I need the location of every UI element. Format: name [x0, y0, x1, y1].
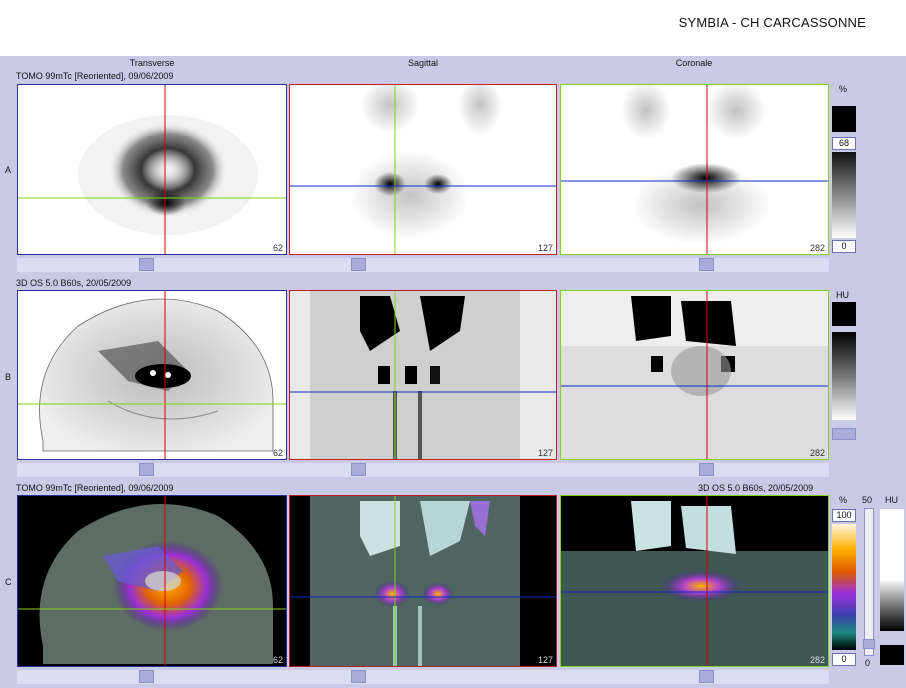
fusion-sagittal-image — [290, 496, 556, 666]
fusion-coronal-image — [561, 496, 828, 666]
colorbar-unit: HU — [836, 290, 849, 300]
colorbar-bottom-block — [880, 645, 904, 665]
column-label-coronale: Coronale — [675, 58, 713, 68]
colorbar-gradient — [880, 579, 904, 631]
spect-sagittal-image — [290, 85, 556, 254]
slice-number: 127 — [537, 448, 553, 458]
series-label-row-c-spect: TOMO 99mTc [Reoriented], 09/06/2009 — [16, 483, 174, 493]
slice-thumb-coronale[interactable] — [699, 463, 714, 476]
slice-thumb-transverse[interactable] — [139, 670, 154, 683]
slice-number: 62 — [272, 243, 283, 253]
colorbar-unit-hu: HU — [885, 495, 898, 505]
ct-sagittal-image — [290, 291, 556, 459]
colorbar-gradient — [832, 152, 856, 238]
slice-number: 62 — [272, 655, 283, 665]
colorbar-max-value[interactable]: 68 — [832, 137, 856, 150]
colorbar-row-b[interactable]: HU — [830, 290, 858, 462]
viewport-a-sagittal[interactable]: 127 — [289, 84, 557, 255]
slice-number: 282 — [809, 243, 825, 253]
row-label-b: B — [5, 372, 12, 382]
slice-scrollbar-row-c[interactable] — [17, 670, 829, 684]
header-bar: SYMBIA - CH CARCASSONNE — [0, 0, 906, 56]
site-title: SYMBIA - CH CARCASSONNE — [678, 15, 866, 30]
colorbar-unit: % — [839, 495, 848, 505]
row-label-a: A — [5, 165, 12, 175]
colorbar-min-value[interactable]: 0 — [832, 240, 856, 253]
colorbar-row-c-spect[interactable]: % 100 0 — [830, 495, 858, 669]
colorbar-gradient — [832, 332, 856, 420]
series-label-row-a: TOMO 99mTc [Reoriented], 09/06/2009 — [16, 71, 174, 81]
slice-number: 127 — [537, 655, 553, 665]
ct-transverse-image — [18, 291, 286, 459]
viewport-c-transverse[interactable]: 62 — [17, 495, 287, 667]
blend-slider-label: 50 — [862, 495, 873, 505]
slice-thumb-transverse[interactable] — [139, 463, 154, 476]
viewport-c-coronale[interactable]: 282 — [560, 495, 829, 667]
slice-thumb-sagittal[interactable] — [351, 258, 366, 271]
spect-transverse-image — [18, 85, 286, 254]
slice-scrollbar-row-b[interactable] — [17, 463, 829, 477]
slice-thumb-transverse[interactable] — [139, 258, 154, 271]
fusion-transverse-image — [18, 496, 286, 666]
blend-slider-track[interactable] — [863, 508, 875, 656]
slice-number: 127 — [537, 243, 553, 253]
colorbar-window-handle[interactable] — [832, 428, 856, 440]
viewport-b-transverse[interactable]: 62 — [17, 290, 287, 460]
viewport-c-sagittal[interactable]: 127 — [289, 495, 557, 667]
colorbar-row-c-ct[interactable]: HU — [878, 495, 906, 669]
spect-coronal-image — [561, 85, 828, 254]
slice-thumb-coronale[interactable] — [699, 258, 714, 271]
colorbar-unit: % — [839, 84, 848, 94]
colorbar-min-value[interactable]: 0 — [832, 653, 856, 666]
blend-slider-handle[interactable] — [863, 639, 875, 649]
slice-number: 282 — [809, 448, 825, 458]
slice-scrollbar-row-a[interactable] — [17, 258, 829, 272]
viewport-b-sagittal[interactable]: 127 — [289, 290, 557, 460]
colorbar-max-value[interactable]: 100 — [832, 509, 856, 522]
series-label-row-c-ct: 3D OS 5.0 B60s, 20/05/2009 — [698, 483, 814, 493]
slice-thumb-sagittal[interactable] — [351, 463, 366, 476]
column-label-transverse: Transverse — [129, 58, 175, 68]
slice-number: 282 — [809, 655, 825, 665]
viewport-b-coronale[interactable]: 282 — [560, 290, 829, 460]
colorbar-top-block — [880, 509, 904, 579]
slice-thumb-coronale[interactable] — [699, 670, 714, 683]
column-label-sagittal: Sagittal — [407, 58, 439, 68]
colorbar-top-block — [832, 302, 856, 326]
colorbar-row-a[interactable]: % 68 0 — [830, 84, 858, 256]
slice-number: 62 — [272, 448, 283, 458]
blend-slider-min: 0 — [865, 658, 871, 668]
slice-thumb-sagittal[interactable] — [351, 670, 366, 683]
viewport-a-transverse[interactable]: 62 — [17, 84, 287, 255]
ct-coronal-image — [561, 291, 828, 459]
viewport-a-coronale[interactable]: 282 — [560, 84, 829, 255]
series-label-row-b: 3D OS 5.0 B60s, 20/05/2009 — [16, 278, 132, 288]
colorbar-top-block — [832, 106, 856, 132]
colorbar-gradient — [832, 524, 856, 650]
row-label-c: C — [5, 577, 12, 587]
